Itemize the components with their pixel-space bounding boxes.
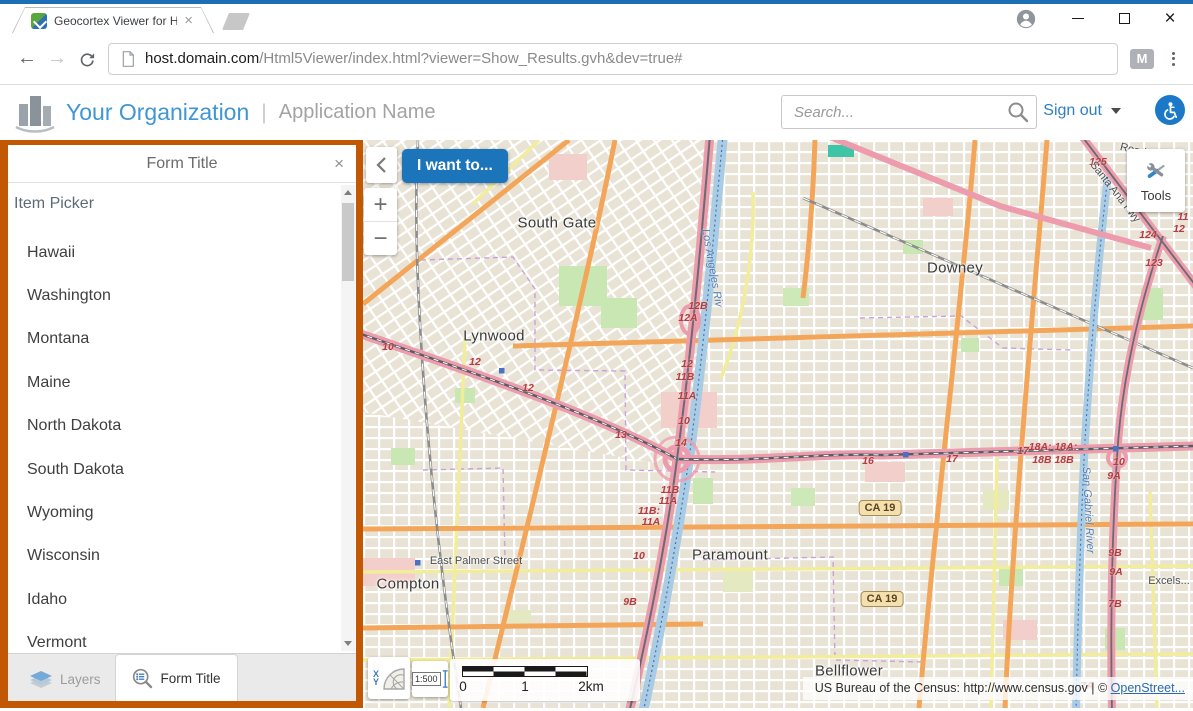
sign-out-caret-icon[interactable]: [1111, 108, 1121, 114]
main-area: South GateDowneyLynwoodParamountComptonB…: [0, 140, 1193, 708]
search-box: [781, 95, 1037, 129]
reload-button[interactable]: [72, 50, 102, 68]
organization-logo-icon: [12, 92, 58, 134]
tools-label: Tools: [1141, 188, 1171, 203]
form-results-icon: [132, 668, 153, 689]
list-item[interactable]: North Dakota: [8, 405, 356, 448]
browser-tab[interactable]: Geocortex Viewer for HT ×: [12, 7, 214, 33]
item-picker-list: HawaiiWashingtonMontanaMaineNorth Dakota…: [8, 231, 356, 653]
scale-bar: 0 1 2km: [450, 659, 640, 701]
xy-icon: XY: [373, 670, 379, 686]
scale-input-button[interactable]: 1:500: [412, 661, 448, 697]
panel-title: Form Title: [146, 155, 217, 172]
chevron-left-icon: [375, 155, 388, 175]
scale-value: 1:500: [412, 672, 441, 686]
scale-bar-graphic: [462, 666, 588, 677]
geocortex-favicon-icon: [31, 13, 47, 29]
tab-layers-label: Layers: [60, 672, 101, 687]
url-text: host.domain.com/Html5Viewer/index.html?v…: [145, 50, 683, 67]
scrollbar-up-icon[interactable]: [341, 185, 355, 200]
scale-bar-mid: 1: [521, 679, 529, 694]
maximize-button[interactable]: [1101, 4, 1147, 33]
panel-close-icon[interactable]: ×: [334, 145, 344, 183]
list-item[interactable]: Maine: [8, 361, 356, 404]
scale-bar-end: 2km: [578, 679, 604, 694]
search-input[interactable]: [781, 95, 1037, 129]
accessibility-button[interactable]: [1155, 95, 1185, 125]
i-want-to-button[interactable]: I want to...: [402, 149, 508, 183]
map-viewport[interactable]: South GateDowneyLynwoodParamountComptonB…: [363, 140, 1193, 708]
panel-scrollbar[interactable]: [341, 185, 355, 651]
tab-title: Geocortex Viewer for HT: [54, 14, 177, 28]
scrollbar-down-icon[interactable]: [341, 636, 355, 651]
panel-header: Form Title ×: [8, 145, 356, 183]
scrollbar-thumb[interactable]: [342, 203, 354, 281]
zoom-out-button[interactable]: −: [364, 222, 397, 255]
browser-navbar: ← → host.domain.com/Html5Viewer/index.ht…: [0, 33, 1193, 85]
list-item[interactable]: Montana: [8, 318, 356, 361]
sign-out-link[interactable]: Sign out: [1043, 102, 1102, 120]
new-tab-button[interactable]: [222, 13, 250, 30]
list-item[interactable]: South Dakota: [8, 448, 356, 491]
map-canvas: [363, 140, 1193, 708]
app-header: Your Organization | Application Name Sig…: [0, 85, 1193, 140]
tools-icon: [1143, 158, 1170, 184]
panel-tabbar: Layers Form Title: [8, 653, 356, 701]
reload-icon: [78, 50, 96, 68]
form-panel-highlighted: Form Title × Item Picker HawaiiWashingto…: [0, 140, 363, 708]
url-host: host.domain.com: [145, 50, 259, 67]
list-item[interactable]: Hawaii: [8, 231, 356, 274]
tab-close-icon[interactable]: ×: [184, 13, 193, 28]
browser-profile-icon[interactable]: [1015, 8, 1037, 35]
application-name: Application Name: [279, 101, 436, 124]
panel-body: Item Picker HawaiiWashingtonMontanaMaine…: [8, 183, 356, 653]
list-item[interactable]: Vermont: [8, 622, 356, 653]
list-item[interactable]: Wisconsin: [8, 535, 356, 578]
openstreetmap-link[interactable]: OpenStreet...: [1111, 681, 1185, 695]
scale-ibeam-icon: [442, 667, 448, 691]
browser-titlebar: Geocortex Viewer for HT × ×: [0, 4, 1193, 33]
grid-globe-icon: [381, 666, 405, 690]
map-attribution: US Bureau of the Census: http://www.cens…: [803, 677, 1193, 700]
header-separator: |: [261, 101, 266, 125]
extension-button[interactable]: M: [1130, 49, 1154, 69]
panel-collapse-button[interactable]: [366, 147, 397, 183]
accessibility-icon: [1161, 101, 1180, 120]
zoom-in-button[interactable]: +: [364, 188, 397, 222]
list-item[interactable]: Idaho: [8, 578, 356, 621]
coordinates-widget-button[interactable]: XY: [368, 657, 410, 699]
minimize-button[interactable]: [1055, 4, 1101, 33]
tab-form-title[interactable]: Form Title: [115, 654, 238, 701]
url-bar[interactable]: host.domain.com/Html5Viewer/index.html?v…: [108, 43, 1118, 75]
close-button[interactable]: ×: [1147, 4, 1193, 33]
tab-form-title-label: Form Title: [161, 671, 221, 686]
item-picker-label: Item Picker: [14, 195, 356, 217]
scale-bar-zero: 0: [459, 679, 467, 694]
forward-button[interactable]: →: [42, 47, 72, 70]
zoom-control: + −: [364, 188, 397, 255]
attribution-text: US Bureau of the Census: http://www.cens…: [815, 681, 1111, 695]
list-item[interactable]: Wyoming: [8, 491, 356, 534]
url-path: /Html5Viewer/index.html?viewer=Show_Resu…: [259, 50, 682, 67]
back-button[interactable]: ←: [12, 47, 42, 70]
layers-icon: [30, 670, 52, 690]
sign-out-control: Sign out: [1043, 102, 1121, 120]
user-icon: [1015, 8, 1037, 30]
search-icon[interactable]: [1005, 99, 1031, 125]
tab-layers[interactable]: Layers: [16, 658, 115, 701]
close-icon: ×: [1164, 9, 1175, 28]
browser-menu-button[interactable]: [1166, 52, 1181, 66]
page-icon: [121, 51, 135, 67]
organization-name: Your Organization: [66, 99, 249, 126]
tools-button[interactable]: Tools: [1127, 149, 1185, 212]
list-item[interactable]: Washington: [8, 274, 356, 317]
minimize-icon: [1072, 18, 1084, 19]
maximize-icon: [1119, 13, 1130, 24]
